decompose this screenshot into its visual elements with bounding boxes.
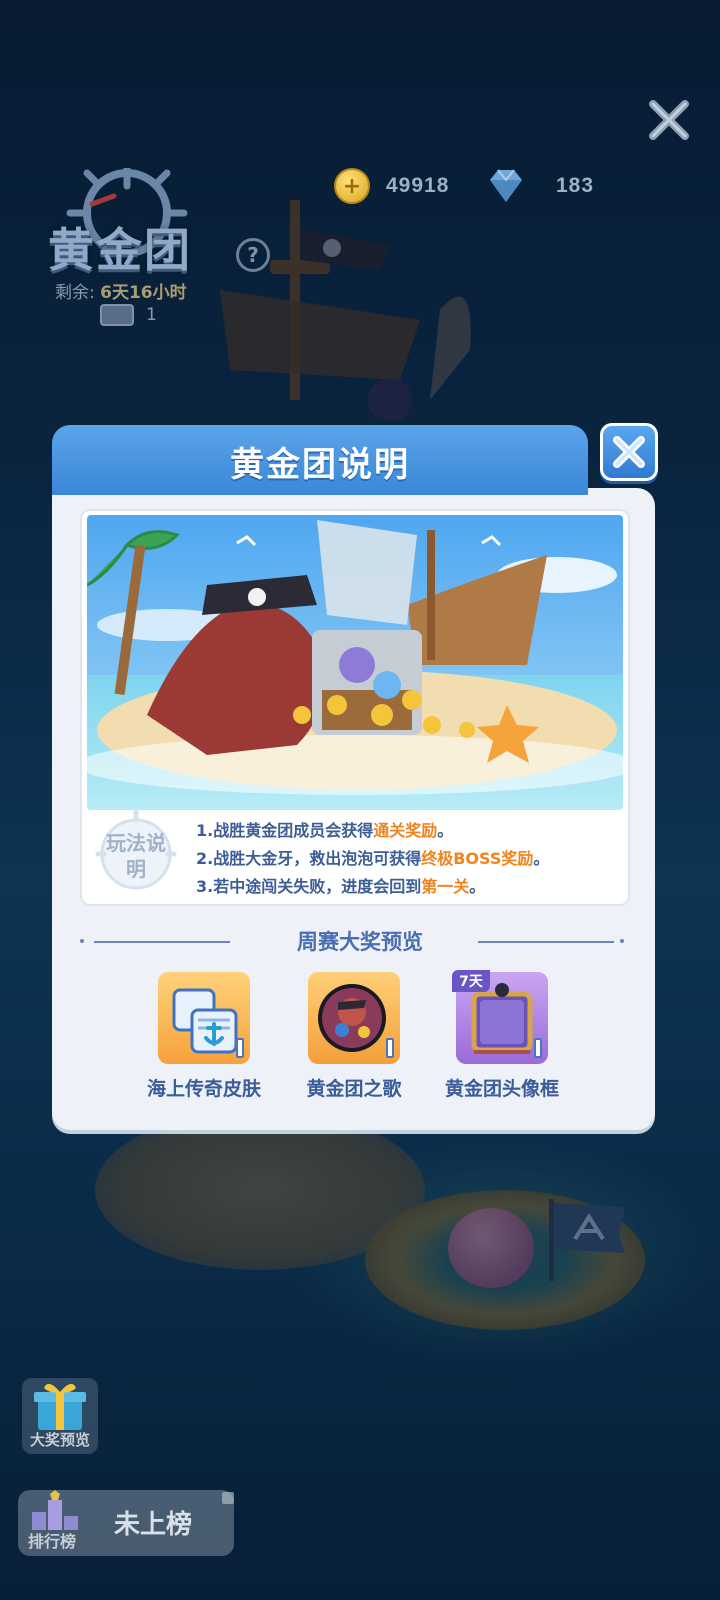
reward-label: 黄金团之歌 bbox=[306, 1078, 402, 1100]
rule-suffix: 。 bbox=[469, 877, 486, 896]
rule-text: 1.战胜黄金团成员会获得 bbox=[196, 821, 374, 840]
prize-preview-label: 大奖预览 bbox=[29, 1431, 90, 1449]
rule-suffix: 。 bbox=[437, 821, 454, 840]
rule-suffix: 。 bbox=[533, 849, 550, 868]
gem-amount: 183 bbox=[556, 174, 595, 197]
help-button[interactable]: ? bbox=[236, 238, 270, 272]
reward-pirate-song[interactable] bbox=[308, 972, 400, 1064]
diamond-icon bbox=[490, 169, 522, 202]
rank-corner-marker bbox=[222, 1492, 234, 1504]
modal-close-button[interactable] bbox=[600, 423, 658, 481]
prize-preview-button[interactable]: 大奖预览 bbox=[22, 1378, 98, 1454]
remaining-label: 剩余: bbox=[55, 283, 95, 303]
close-icon bbox=[613, 436, 645, 468]
leaderboard-status: 未上榜 bbox=[114, 1510, 193, 1540]
rules-list: 1.战胜黄金团成员会获得通关奖励。 2.战胜大金牙，救出泡泡可获得终极BOSS奖… bbox=[196, 817, 616, 901]
rule-line: 1.战胜黄金团成员会获得通关奖励。 bbox=[196, 817, 616, 845]
rule-highlight: 终极BOSS奖励 bbox=[421, 849, 534, 868]
duration-tag: 7天 bbox=[452, 970, 490, 992]
leaderboard-button[interactable]: 排行榜 未上榜 bbox=[18, 1490, 234, 1556]
modal-title: 黄金团说明 bbox=[230, 445, 410, 485]
reward-anchor-skin[interactable] bbox=[158, 972, 250, 1064]
remaining-value: 6天16小时 bbox=[100, 283, 187, 303]
pirate-treasure-illustration bbox=[87, 515, 623, 810]
rule-highlight: 第一关 bbox=[421, 877, 470, 896]
reward-meter bbox=[534, 1038, 542, 1058]
coin-counter: + 49918 bbox=[334, 166, 449, 206]
rule-line: 2.战胜大金牙，救出泡泡可获得终极BOSS奖励。 bbox=[196, 845, 616, 873]
ticket-count: 1 bbox=[146, 305, 157, 325]
rules-badge-label: 玩法说明 bbox=[106, 831, 166, 881]
rule-text: 2.战胜大金牙，救出泡泡可获得 bbox=[196, 849, 422, 868]
ticket-counter: 1 bbox=[100, 304, 157, 326]
rule-line: 3.若中途闯关失败，进度会回到第一关。 bbox=[196, 873, 616, 901]
rule-highlight: 通关奖励 bbox=[373, 821, 438, 840]
event-logo-title: 黄金团 bbox=[48, 223, 192, 277]
reward-label: 海上传奇皮肤 bbox=[146, 1078, 261, 1100]
gem-counter: 183 bbox=[486, 166, 594, 206]
reward-label: 黄金团头像框 bbox=[444, 1078, 559, 1100]
coin-amount: 49918 bbox=[386, 174, 450, 197]
ticket-icon bbox=[100, 304, 134, 326]
leaderboard-label: 排行榜 bbox=[28, 1532, 77, 1551]
gift-icon bbox=[34, 1383, 86, 1430]
reward-meter bbox=[236, 1038, 244, 1058]
coin-icon: + bbox=[334, 168, 370, 204]
remaining-time: 剩余: 6天16小时 bbox=[55, 278, 187, 303]
modal-header: 黄金团说明 bbox=[52, 425, 588, 495]
reward-meter bbox=[386, 1038, 394, 1058]
divider-right bbox=[478, 941, 614, 943]
divider-dot bbox=[620, 939, 624, 943]
rule-text: 3.若中途闯关失败，进度会回到 bbox=[196, 877, 422, 896]
close-icon[interactable] bbox=[645, 96, 693, 144]
